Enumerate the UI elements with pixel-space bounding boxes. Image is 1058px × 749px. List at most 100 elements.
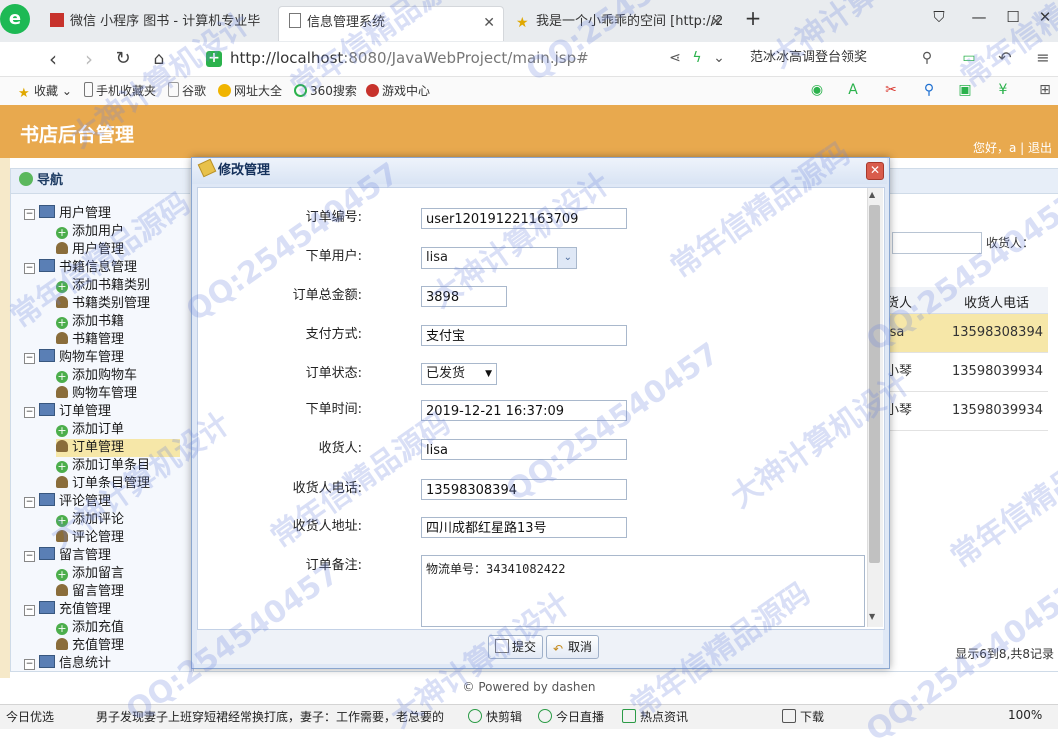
nav-item[interactable]: 充值管理	[56, 637, 124, 655]
collapse-icon[interactable]: −	[24, 353, 35, 364]
table-row[interactable]: 小琴 13598039934	[880, 353, 1048, 392]
nav-group[interactable]: − 书籍信息管理	[24, 259, 137, 277]
close-tab-icon[interactable]: ✕	[483, 7, 495, 39]
nav-item[interactable]: + 添加评论	[56, 511, 124, 529]
reload-icon[interactable]: ↻	[110, 47, 136, 71]
share-icon[interactable]: ⋖	[664, 48, 686, 68]
submit-button[interactable]: 提交	[488, 635, 544, 659]
shirt-icon[interactable]: ⛉	[928, 8, 950, 26]
nav-item[interactable]: 评论管理	[56, 529, 124, 547]
scroll-up-icon[interactable]: ▲	[869, 190, 875, 199]
nav-item[interactable]: + 添加充值	[56, 619, 124, 637]
nav-item[interactable]: + 添加书籍类别	[56, 277, 150, 295]
grid-icon[interactable]: ⊞	[1034, 80, 1056, 100]
collapse-icon[interactable]: −	[24, 209, 35, 220]
new-tab-icon[interactable]: +	[742, 6, 764, 30]
favorite-item[interactable]: 360搜索	[294, 81, 357, 101]
user-logout-link[interactable]: 您好，a | 退出	[973, 139, 1052, 156]
battery-icon[interactable]: ▭	[958, 48, 980, 68]
nav-item[interactable]: 留言管理	[56, 583, 124, 601]
collapse-icon[interactable]: −	[24, 605, 35, 616]
receiver-field[interactable]: lisa	[421, 439, 627, 460]
nav-item[interactable]: + 添加订单	[56, 421, 124, 439]
url-field[interactable]: + http://localhost:8080/JavaWebProject/ma…	[206, 46, 726, 70]
browser-tab-active[interactable]: 信息管理系统 ✕	[278, 6, 504, 41]
nav-label: 添加书籍类别	[72, 278, 151, 293]
scrollbar-thumb[interactable]	[869, 205, 880, 563]
yen-icon[interactable]: ¥	[992, 80, 1014, 100]
search-input[interactable]	[892, 232, 982, 254]
phone-field[interactable]: 13598308394	[421, 479, 627, 500]
news-ticker[interactable]: 男子发现妻子上班穿短裙经常换打底，妻子：工作需要，老总要的	[96, 708, 456, 725]
undo-icon[interactable]: ↶	[994, 48, 1016, 68]
scissors-icon[interactable]: ✂	[880, 80, 902, 100]
menu-icon[interactable]: ≡	[1032, 48, 1054, 68]
home-icon[interactable]: ⌂	[146, 47, 172, 71]
browser-logo-icon[interactable]: e	[0, 4, 30, 34]
collapse-icon[interactable]: −	[24, 659, 35, 670]
search-suggestion[interactable]: 范冰冰高调登台领奖	[750, 46, 940, 70]
nav-item[interactable]: 用户管理	[56, 241, 124, 259]
close-tab-icon[interactable]: ✕	[710, 6, 722, 38]
total-field[interactable]: 3898	[421, 286, 507, 307]
status-item[interactable]: 快剪辑	[468, 708, 522, 725]
address-field[interactable]: 四川成都红星路13号	[421, 517, 627, 538]
user-select[interactable]: lisa ⌄	[421, 247, 577, 269]
cancel-button[interactable]: ↶ 取消	[546, 635, 600, 659]
nav-item[interactable]: 订单条目管理	[56, 475, 150, 493]
browser-tab-3[interactable]: ★ 我是一个小乖乖的空间 [http://2 ✕	[506, 6, 730, 40]
status-item[interactable]: 下载	[782, 708, 824, 725]
close-icon[interactable]: ✕	[866, 162, 884, 180]
nav-group[interactable]: − 留言管理	[24, 547, 111, 565]
table-row[interactable]: isa 13598308394	[880, 314, 1048, 353]
collapse-icon[interactable]: −	[24, 407, 35, 418]
nav-group[interactable]: − 订单管理	[24, 403, 111, 421]
gamepad-icon[interactable]: ▣	[954, 80, 976, 100]
scroll-down-icon[interactable]: ▼	[869, 612, 875, 621]
order-no-field[interactable]: user120191221163709	[421, 208, 627, 229]
nav-item[interactable]: + 添加购物车	[56, 367, 137, 385]
search-icon[interactable]: ⚲	[916, 48, 938, 68]
nav-item[interactable]: 书籍类别管理	[56, 295, 150, 313]
status-item[interactable]: 热点资讯	[622, 708, 688, 725]
nav-group[interactable]: − 评论管理	[24, 493, 111, 511]
nav-group[interactable]: − 购物车管理	[24, 349, 124, 367]
nav-item[interactable]: + 添加书籍	[56, 313, 124, 331]
browser-tab-1[interactable]: 微信 小程序 图书 - 计算机专业毕	[40, 6, 278, 40]
translate-icon[interactable]: A	[842, 80, 864, 100]
nav-item[interactable]: 书籍管理	[56, 331, 124, 349]
time-field[interactable]: 2019-12-21 16:37:09	[421, 400, 627, 421]
nav-group[interactable]: − 信息统计	[24, 655, 111, 673]
nav-item[interactable]: 购物车管理	[56, 385, 137, 403]
table-row[interactable]: 小琴 13598039934	[880, 392, 1048, 431]
collapse-icon[interactable]: −	[24, 497, 35, 508]
nav-item[interactable]: + 添加留言	[56, 565, 124, 583]
forward-icon[interactable]: ›	[76, 47, 102, 71]
nav-group[interactable]: − 充值管理	[24, 601, 111, 619]
favorite-item[interactable]: 谷歌	[168, 81, 206, 101]
memo-textarea[interactable]: 物流单号：34341082422	[421, 555, 865, 627]
status-item[interactable]: 今日优选	[6, 708, 54, 725]
magnifier-icon[interactable]: ⚲	[918, 80, 940, 100]
maximize-icon[interactable]: ☐	[1002, 8, 1024, 26]
payment-field[interactable]: 支付宝	[421, 325, 627, 346]
nav-group[interactable]: − 用户管理	[24, 205, 111, 223]
zoom-level[interactable]: 100%	[1008, 708, 1042, 722]
nav-item[interactable]: + 添加用户	[56, 223, 124, 241]
chat-icon[interactable]: ◉	[806, 80, 828, 100]
collapse-icon[interactable]: −	[24, 551, 35, 562]
nav-item[interactable]: + 添加订单条目	[56, 457, 150, 475]
collapse-icon[interactable]: −	[24, 263, 35, 274]
back-icon[interactable]: ‹	[40, 47, 66, 71]
close-window-icon[interactable]: ✕	[1034, 8, 1056, 26]
chevron-down-icon[interactable]: ⌄	[708, 48, 730, 68]
favorite-item[interactable]: 游戏中心	[366, 81, 430, 101]
favorite-item[interactable]: 手机收藏夹	[84, 81, 156, 101]
status-select[interactable]: 已发货 ▼	[421, 363, 497, 385]
minimize-icon[interactable]: —	[968, 8, 990, 26]
lightning-icon[interactable]: ϟ	[686, 48, 708, 68]
nav-item[interactable]: 订单管理	[56, 439, 180, 457]
status-item[interactable]: 今日直播	[538, 708, 604, 725]
favorite-item[interactable]: 网址大全	[218, 81, 282, 101]
favorite-item[interactable]: ★ 收藏 ⌄	[18, 81, 72, 101]
